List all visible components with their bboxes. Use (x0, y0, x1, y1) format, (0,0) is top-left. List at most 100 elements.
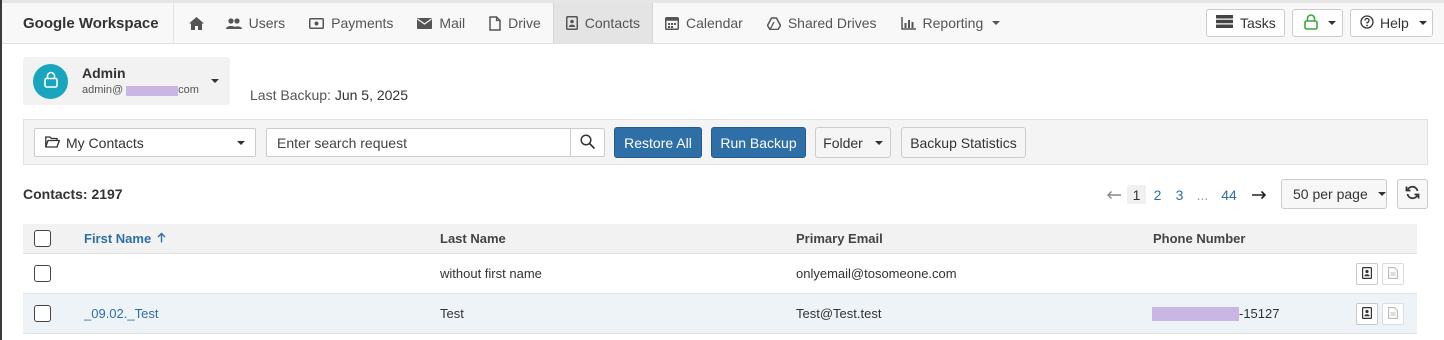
search-button[interactable] (570, 129, 604, 156)
refresh-icon (1405, 185, 1420, 203)
account-info: Admin admin@ com (82, 65, 199, 98)
sort-ascending-icon (157, 231, 166, 246)
refresh-button[interactable] (1397, 179, 1428, 209)
pagination-ellipsis: ... (1196, 186, 1209, 203)
nav-users-label: Users (248, 15, 286, 31)
per-page-value: 50 per page (1293, 186, 1368, 202)
nav-contacts[interactable]: Contacts (552, 3, 653, 43)
tasks-icon (1216, 15, 1233, 31)
nav-contacts-label: Contacts (584, 15, 640, 31)
user-lock-icon (1304, 13, 1318, 33)
nav-payments[interactable]: Payments (297, 3, 405, 43)
table-header: First Name Last Name Primary Email Phone… (23, 224, 1417, 254)
document-icon (1388, 306, 1398, 322)
bar-chart-icon (900, 16, 916, 30)
page-2[interactable]: 2 (1148, 185, 1167, 204)
redacted-block (126, 85, 179, 96)
shared-drive-icon (766, 16, 781, 30)
folder-open-icon (45, 135, 60, 151)
top-navigation: Google Workspace Users Payments Mail Dri… (2, 3, 1444, 44)
nav-right-actions: Tasks Help (1206, 3, 1444, 43)
nav-home[interactable] (174, 3, 214, 43)
page-3[interactable]: 3 (1170, 185, 1189, 204)
chevron-down-icon (1328, 21, 1336, 25)
export-contact-button[interactable] (1382, 263, 1404, 285)
payments-icon (309, 17, 325, 29)
cell-primary-email: onlyemail@tosomeone.com (796, 266, 957, 281)
users-icon (225, 17, 242, 30)
chevron-down-icon (992, 21, 1001, 25)
nav-payments-label: Payments (331, 15, 394, 31)
chevron-down-icon (237, 141, 245, 145)
nav-reporting-label: Reporting (922, 15, 984, 31)
table-row[interactable]: _09.02._Test Test Test@Test.test -15127 (23, 294, 1417, 334)
account-email-prefix: admin@ (82, 84, 124, 97)
nav-mail[interactable]: Mail (405, 3, 477, 43)
contact-card-icon (1362, 306, 1373, 322)
account-email-suffix: com (178, 84, 199, 97)
user-lock-icon (43, 71, 58, 91)
row-checkbox-cell (34, 294, 51, 333)
document-icon (1388, 266, 1398, 282)
window-left-edge (0, 0, 2, 340)
home-icon (188, 16, 205, 31)
header-last-name[interactable]: Last Name (440, 224, 506, 253)
tasks-button[interactable]: Tasks (1206, 9, 1285, 37)
cell-phone-number: -15127 (1152, 294, 1279, 333)
page-last[interactable]: 44 (1217, 185, 1241, 204)
cell-last-name: without first name (440, 266, 542, 281)
nav-drive[interactable]: Drive (477, 3, 553, 43)
view-contact-button[interactable] (1356, 303, 1378, 325)
cell-last-name: Test (440, 306, 464, 321)
chevron-down-icon (1377, 192, 1386, 196)
last-backup-info: Last Backup: Jun 5, 2025 (250, 87, 408, 103)
next-page-arrow[interactable] (1249, 185, 1268, 204)
folder-menu-label: Folder (823, 134, 863, 151)
brand-title: Google Workspace (2, 3, 174, 43)
folder-select[interactable]: My Contacts (34, 128, 256, 157)
row-checkbox[interactable] (34, 305, 51, 322)
restore-all-button[interactable]: Restore All (614, 127, 702, 158)
prev-page-arrow[interactable] (1104, 185, 1123, 204)
chevron-down-icon (211, 79, 219, 83)
arrow-left-icon (1106, 190, 1121, 199)
table-row[interactable]: without first name onlyemail@tosomeone.c… (23, 254, 1417, 294)
status-menu-button[interactable] (1292, 9, 1343, 37)
redacted-block (1152, 306, 1239, 321)
select-all-checkbox[interactable] (34, 230, 51, 247)
help-button[interactable]: Help (1350, 9, 1433, 37)
mail-icon (417, 17, 433, 29)
backup-statistics-button[interactable]: Backup Statistics (901, 127, 1026, 158)
nav-reporting[interactable]: Reporting (889, 3, 1013, 43)
tasks-label: Tasks (1240, 15, 1276, 31)
header-first-name[interactable]: First Name (84, 224, 166, 253)
folder-menu-button[interactable]: Folder (815, 127, 891, 158)
nav-calendar[interactable]: Calendar (653, 3, 755, 43)
file-icon (489, 15, 501, 31)
last-backup-label: Last Backup: (250, 87, 331, 103)
page-1[interactable]: 1 (1127, 185, 1146, 204)
nav-shared-drives[interactable]: Shared Drives (755, 3, 889, 43)
nav-calendar-label: Calendar (686, 15, 743, 31)
nav-mail-label: Mail (439, 15, 466, 31)
chevron-down-icon (874, 140, 883, 145)
view-contact-button[interactable] (1356, 263, 1378, 285)
question-icon (1360, 14, 1374, 32)
run-backup-button[interactable]: Run Backup (711, 127, 806, 158)
last-backup-value: Jun 5, 2025 (334, 87, 408, 103)
nav-users[interactable]: Users (214, 3, 298, 43)
arrow-right-icon (1251, 190, 1266, 199)
row-checkbox[interactable] (34, 265, 51, 282)
contacts-toolbar: My Contacts Restore All Run Backup Folde… (23, 119, 1428, 165)
export-contact-button[interactable] (1382, 303, 1404, 325)
header-first-name-label: First Name (84, 231, 152, 246)
account-switcher[interactable]: Admin admin@ com (23, 57, 230, 105)
search-input[interactable] (267, 129, 570, 156)
cell-first-name[interactable]: _09.02._Test (84, 294, 158, 333)
help-label: Help (1380, 15, 1409, 31)
header-primary-email[interactable]: Primary Email (796, 224, 883, 253)
per-page-select[interactable]: 50 per page (1281, 179, 1387, 209)
phone-suffix: -15127 (1239, 306, 1280, 321)
nav-shared-drives-label: Shared Drives (787, 15, 877, 31)
header-phone-number[interactable]: Phone Number (1153, 224, 1245, 253)
